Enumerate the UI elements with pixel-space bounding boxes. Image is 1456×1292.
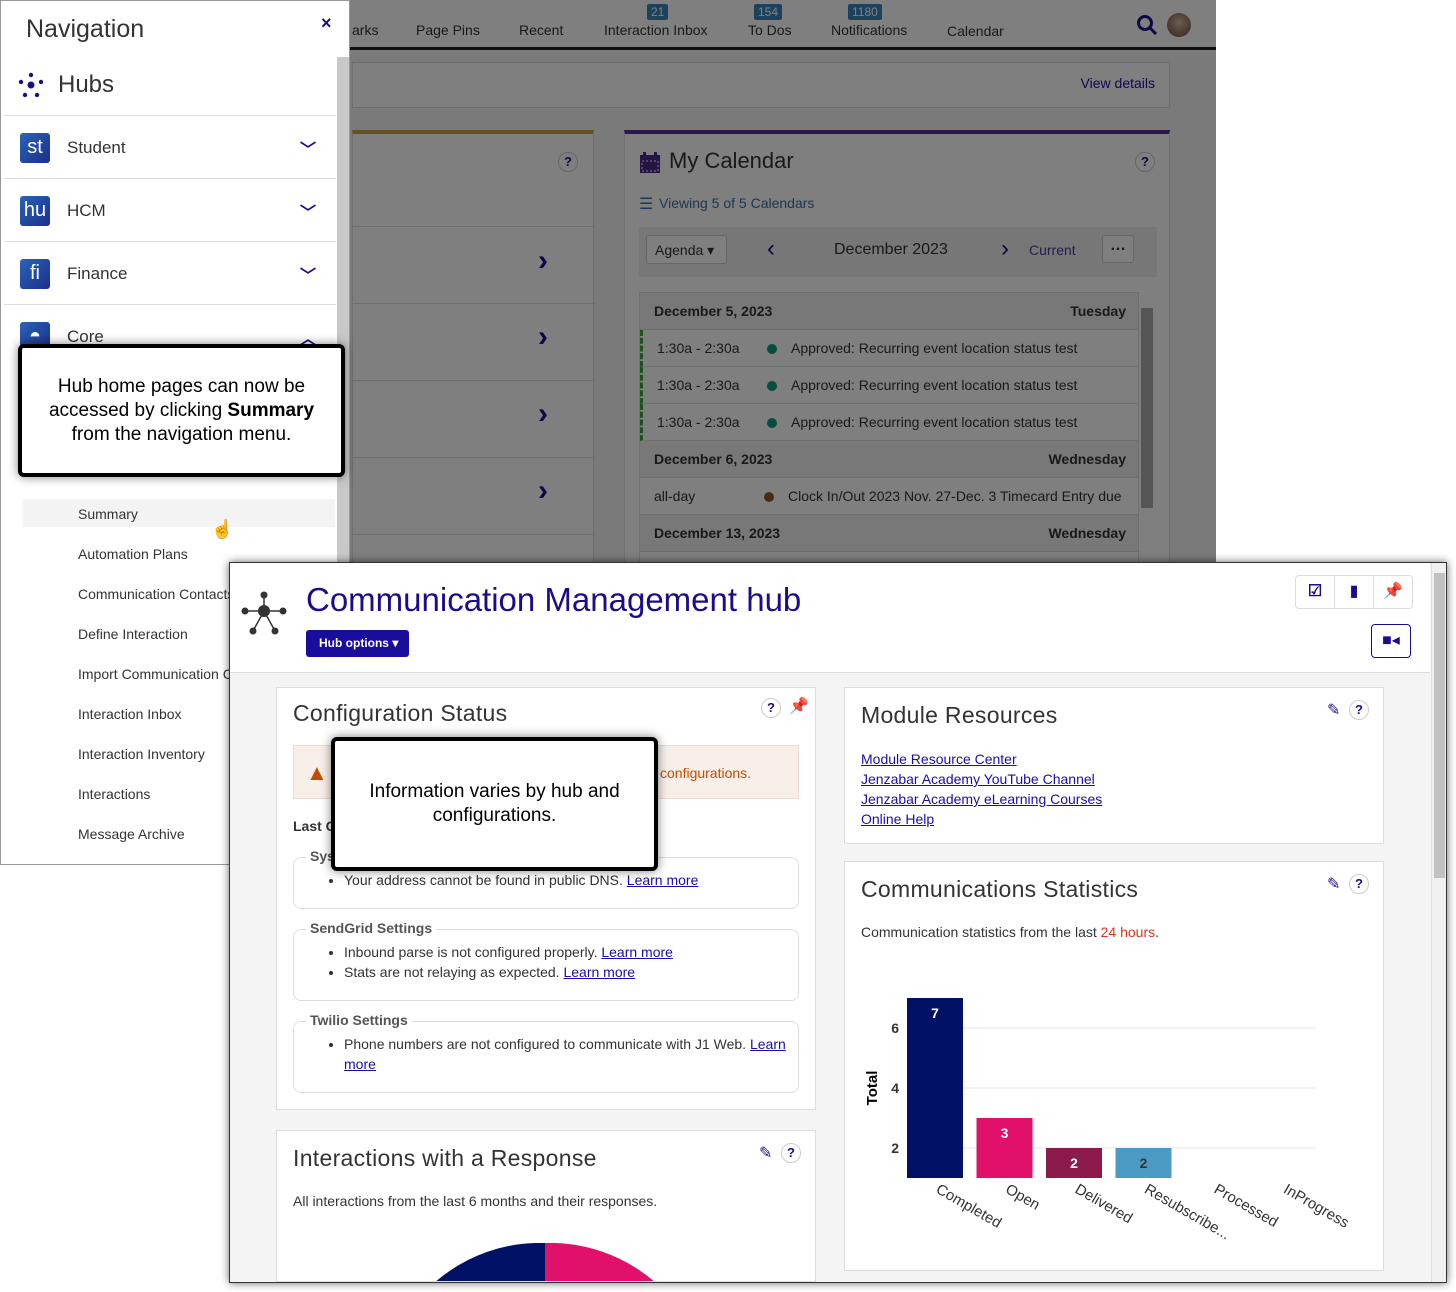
statistics-bar-chart: 2467Completed3Open2Delivered2Resubscribe…: [864, 998, 1352, 1242]
warning-icon: ▲: [306, 760, 328, 785]
pie-slice: [545, 1243, 654, 1281]
hub-label: HCM: [67, 201, 106, 220]
interactions-response-card: Interactions with a Response ✎ ? All int…: [276, 1130, 816, 1282]
last-checked-label: Last C: [293, 818, 336, 834]
edit-icon[interactable]: ✎: [759, 1143, 772, 1163]
hub-student[interactable]: st Student ﹀: [4, 116, 336, 179]
hub-finance[interactable]: fi Finance ﹀: [4, 242, 336, 305]
help-icon[interactable]: ?: [1349, 874, 1369, 894]
resource-link[interactable]: Module Resource Center: [861, 751, 1017, 767]
help-icon[interactable]: ?: [781, 1143, 801, 1163]
chevron-down-icon[interactable]: ﹀: [300, 199, 316, 223]
bar-value-label: 2: [1070, 1155, 1078, 1171]
resource-link[interactable]: Jenzabar Academy eLearning Courses: [861, 791, 1102, 807]
pin-icon[interactable]: 📌: [1374, 576, 1412, 608]
learn-more-link[interactable]: Learn more: [563, 964, 635, 980]
twilio-section: Twilio Settings Phone numbers are not co…: [293, 1012, 799, 1093]
edit-icon[interactable]: ✎: [1327, 874, 1340, 894]
help-icon[interactable]: ?: [761, 698, 781, 718]
pie-slice: [436, 1243, 545, 1281]
video-button[interactable]: ■◂: [1371, 624, 1411, 658]
hubs-icon: [18, 72, 44, 98]
bar-value-label: 3: [1001, 1125, 1009, 1141]
x-tick-label: Open: [1003, 1181, 1043, 1214]
hub-hcm[interactable]: hu HCM ﹀: [4, 179, 336, 242]
x-tick-label: InProgress: [1281, 1181, 1352, 1232]
callout-summary: Hub home pages can now be accessed by cl…: [18, 344, 345, 477]
close-icon[interactable]: ×: [321, 13, 332, 34]
learn-more-link[interactable]: Learn more: [627, 872, 699, 888]
card-title: Interactions with a Response: [293, 1145, 597, 1171]
hub-scrollbar[interactable]: [1431, 563, 1446, 1282]
x-axis-title: Event: [1089, 1240, 1130, 1242]
hub-window: Communication Management hub Hub options…: [229, 562, 1447, 1283]
edit-icon[interactable]: ✎: [1327, 700, 1340, 720]
sendgrid-section: SendGrid Settings Inbound parse is not c…: [293, 920, 799, 1001]
hcm-icon: hu: [20, 196, 50, 226]
hub-options-button[interactable]: Hub options ▾: [306, 630, 409, 657]
pin-icon[interactable]: 📌: [789, 696, 809, 716]
card-description: All interactions from the last 6 months …: [293, 1193, 658, 1209]
card-description: Communication statistics from the last 2…: [861, 924, 1160, 940]
y-tick-label: 2: [891, 1140, 899, 1156]
finance-icon: fi: [20, 259, 50, 289]
y-tick-label: 6: [891, 1020, 899, 1036]
x-tick-label: Delivered: [1072, 1181, 1135, 1227]
student-icon: st: [20, 133, 50, 163]
hubs-label: Hubs: [58, 71, 115, 98]
resource-link[interactable]: Online Help: [861, 811, 934, 827]
callout-info: Information varies by hub and configurat…: [331, 737, 658, 871]
module-resources-card: Module Resources ✎ ? Module Resource Cen…: [844, 687, 1384, 844]
x-tick-label: Completed: [933, 1181, 1004, 1232]
hub-title-link[interactable]: Communication Management hub: [306, 581, 801, 619]
bookmark-icon[interactable]: ▮: [1335, 576, 1374, 608]
response-pie-chart: [436, 1243, 654, 1281]
learn-more-link[interactable]: Learn more: [601, 944, 673, 960]
resource-link[interactable]: Jenzabar Academy YouTube Channel: [861, 771, 1095, 787]
hub-label: Finance: [67, 264, 128, 283]
bar: [907, 998, 963, 1178]
y-tick-label: 4: [891, 1080, 899, 1096]
hub-header: Communication Management hub Hub options…: [230, 563, 1430, 673]
communications-statistics-card: Communications Statistics ✎ ? Communicat…: [844, 861, 1384, 1271]
nav-summary[interactable]: Summary: [23, 499, 335, 527]
hand-cursor-icon: ☝: [211, 519, 234, 539]
video-camera-icon: ■◂: [1382, 632, 1400, 649]
checklist-icon[interactable]: ☑: [1296, 576, 1335, 608]
card-title: Communications Statistics: [861, 876, 1139, 902]
hub-network-icon: [241, 591, 287, 635]
bar-value-label: 7: [931, 1005, 939, 1021]
card-title: Module Resources: [861, 702, 1058, 728]
bar-value-label: 2: [1140, 1155, 1148, 1171]
help-icon[interactable]: ?: [1349, 700, 1369, 720]
y-axis-title: Total: [864, 1071, 881, 1106]
alert-text: configurations.: [660, 765, 752, 781]
chevron-down-icon[interactable]: ﹀: [300, 262, 316, 286]
card-title: Configuration Status: [293, 700, 508, 726]
chevron-down-icon[interactable]: ﹀: [300, 136, 316, 160]
nav-title: Navigation: [26, 15, 145, 43]
hub-label: Student: [67, 138, 126, 157]
